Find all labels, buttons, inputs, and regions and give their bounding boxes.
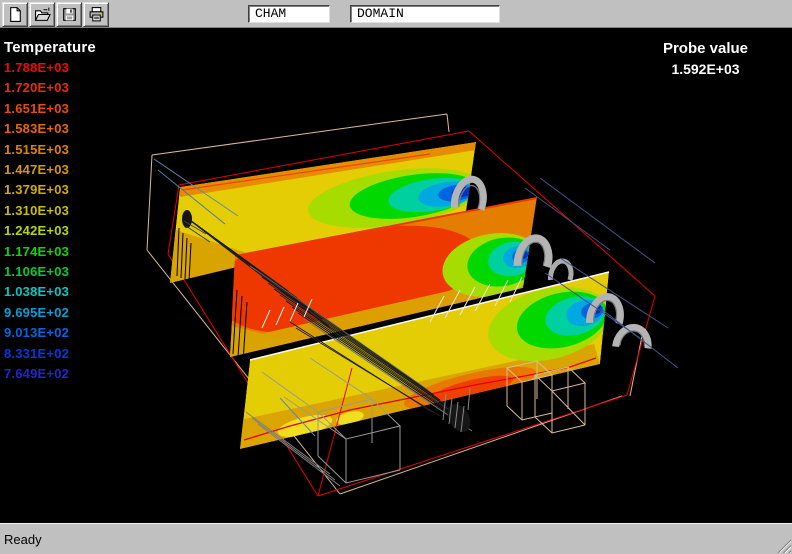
legend-value: 1.106E+03	[4, 262, 96, 282]
probe-label: Probe value	[633, 38, 778, 59]
new-file-button[interactable]	[2, 2, 28, 27]
temperature-legend: Temperature 1.788E+031.720E+031.651E+031…	[4, 38, 96, 385]
save-icon	[61, 6, 78, 23]
object-name-field[interactable]: DOMAIN	[350, 5, 500, 23]
legend-value: 1.174E+03	[4, 242, 96, 262]
legend-value: 1.651E+03	[4, 99, 96, 119]
probe-value: 1.592E+03	[633, 59, 778, 80]
legend-value: 8.331E+02	[4, 344, 96, 364]
print-button[interactable]	[83, 2, 109, 27]
case-name-field[interactable]: CHAM	[248, 5, 330, 23]
legend-value: 1.515E+03	[4, 140, 96, 160]
legend-value: 1.310E+03	[4, 201, 96, 221]
legend-value: 9.695E+02	[4, 303, 96, 323]
legend-value: 7.649E+02	[4, 364, 96, 384]
open-folder-icon	[34, 6, 51, 23]
new-file-icon	[7, 6, 24, 23]
status-text: Ready	[4, 532, 42, 547]
legend-items: 1.788E+031.720E+031.651E+031.583E+031.51…	[4, 58, 96, 385]
legend-value: 1.583E+03	[4, 119, 96, 139]
legend-value: 1.038E+03	[4, 282, 96, 302]
scene-3d[interactable]	[0, 28, 792, 523]
probe-readout: Probe value 1.592E+03	[633, 38, 778, 80]
resize-grip[interactable]	[777, 539, 791, 553]
open-folder-button[interactable]	[29, 2, 55, 27]
graphics-viewport[interactable]: Temperature 1.788E+031.720E+031.651E+031…	[0, 28, 792, 523]
legend-value: 1.447E+03	[4, 160, 96, 180]
print-icon	[88, 6, 105, 23]
legend-value: 1.379E+03	[4, 180, 96, 200]
legend-title: Temperature	[4, 38, 96, 57]
status-bar: Ready	[0, 523, 792, 554]
save-button[interactable]	[56, 2, 82, 27]
toolbar: CHAM DOMAIN	[0, 0, 792, 28]
legend-value: 1.788E+03	[4, 58, 96, 78]
legend-value: 1.242E+03	[4, 221, 96, 241]
application-window: CHAM DOMAIN	[0, 0, 792, 554]
legend-value: 9.013E+02	[4, 323, 96, 343]
legend-value: 1.720E+03	[4, 78, 96, 98]
